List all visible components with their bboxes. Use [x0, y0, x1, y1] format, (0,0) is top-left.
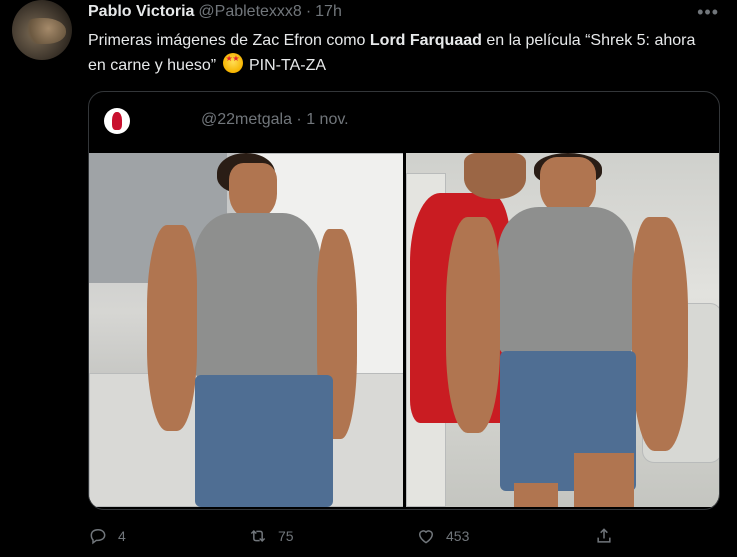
like-button[interactable]: 453 — [416, 526, 469, 546]
author-name[interactable]: Pablo Victoria — [88, 3, 194, 21]
tweet-text-part1: Primeras imágenes de Zac Efron como — [88, 32, 370, 49]
quoted-tweet[interactable]: @22metgala · 1 nov. — [88, 91, 720, 510]
reply-icon — [90, 528, 106, 545]
reply-count: 4 — [118, 528, 126, 544]
quoted-separator: · — [296, 111, 302, 128]
heart-icon — [418, 530, 434, 544]
quoted-header: @22metgala · 1 nov. — [201, 111, 349, 129]
author-handle[interactable]: @Pabletexxx8 — [198, 3, 301, 21]
photo-left[interactable] — [89, 153, 403, 507]
quoted-handle[interactable]: @22metgala — [201, 111, 292, 128]
quoted-date[interactable]: 1 nov. — [306, 111, 348, 128]
photo-right[interactable] — [405, 153, 719, 507]
reply-button[interactable]: 4 — [88, 526, 126, 546]
quoted-author-avatar[interactable] — [104, 108, 130, 134]
like-count: 453 — [446, 528, 470, 544]
retweet-icon — [250, 529, 266, 543]
separator-dot: · — [305, 3, 312, 20]
retweet-count: 75 — [278, 528, 294, 544]
more-icon[interactable]: ••• — [697, 2, 719, 23]
star-struck-emoji-icon — [222, 53, 243, 73]
retweet-button[interactable]: 75 — [248, 526, 294, 546]
share-button[interactable] — [594, 526, 614, 546]
share-icon — [597, 528, 611, 543]
author-avatar[interactable] — [12, 0, 72, 60]
tweet-text: Primeras imágenes de Zac Efron como Lord… — [88, 29, 708, 78]
quoted-photos — [89, 153, 719, 507]
tweet-time[interactable]: 17h — [315, 3, 342, 21]
tweet-actions: 4 75 453 — [88, 524, 648, 548]
tweet-text-part3: PIN-TA-ZA — [244, 57, 327, 74]
tweet-header: Pablo Victoria @Pabletexxx8 · 17h — [88, 1, 342, 23]
tweet-text-bold: Lord Farquaad — [369, 32, 482, 49]
